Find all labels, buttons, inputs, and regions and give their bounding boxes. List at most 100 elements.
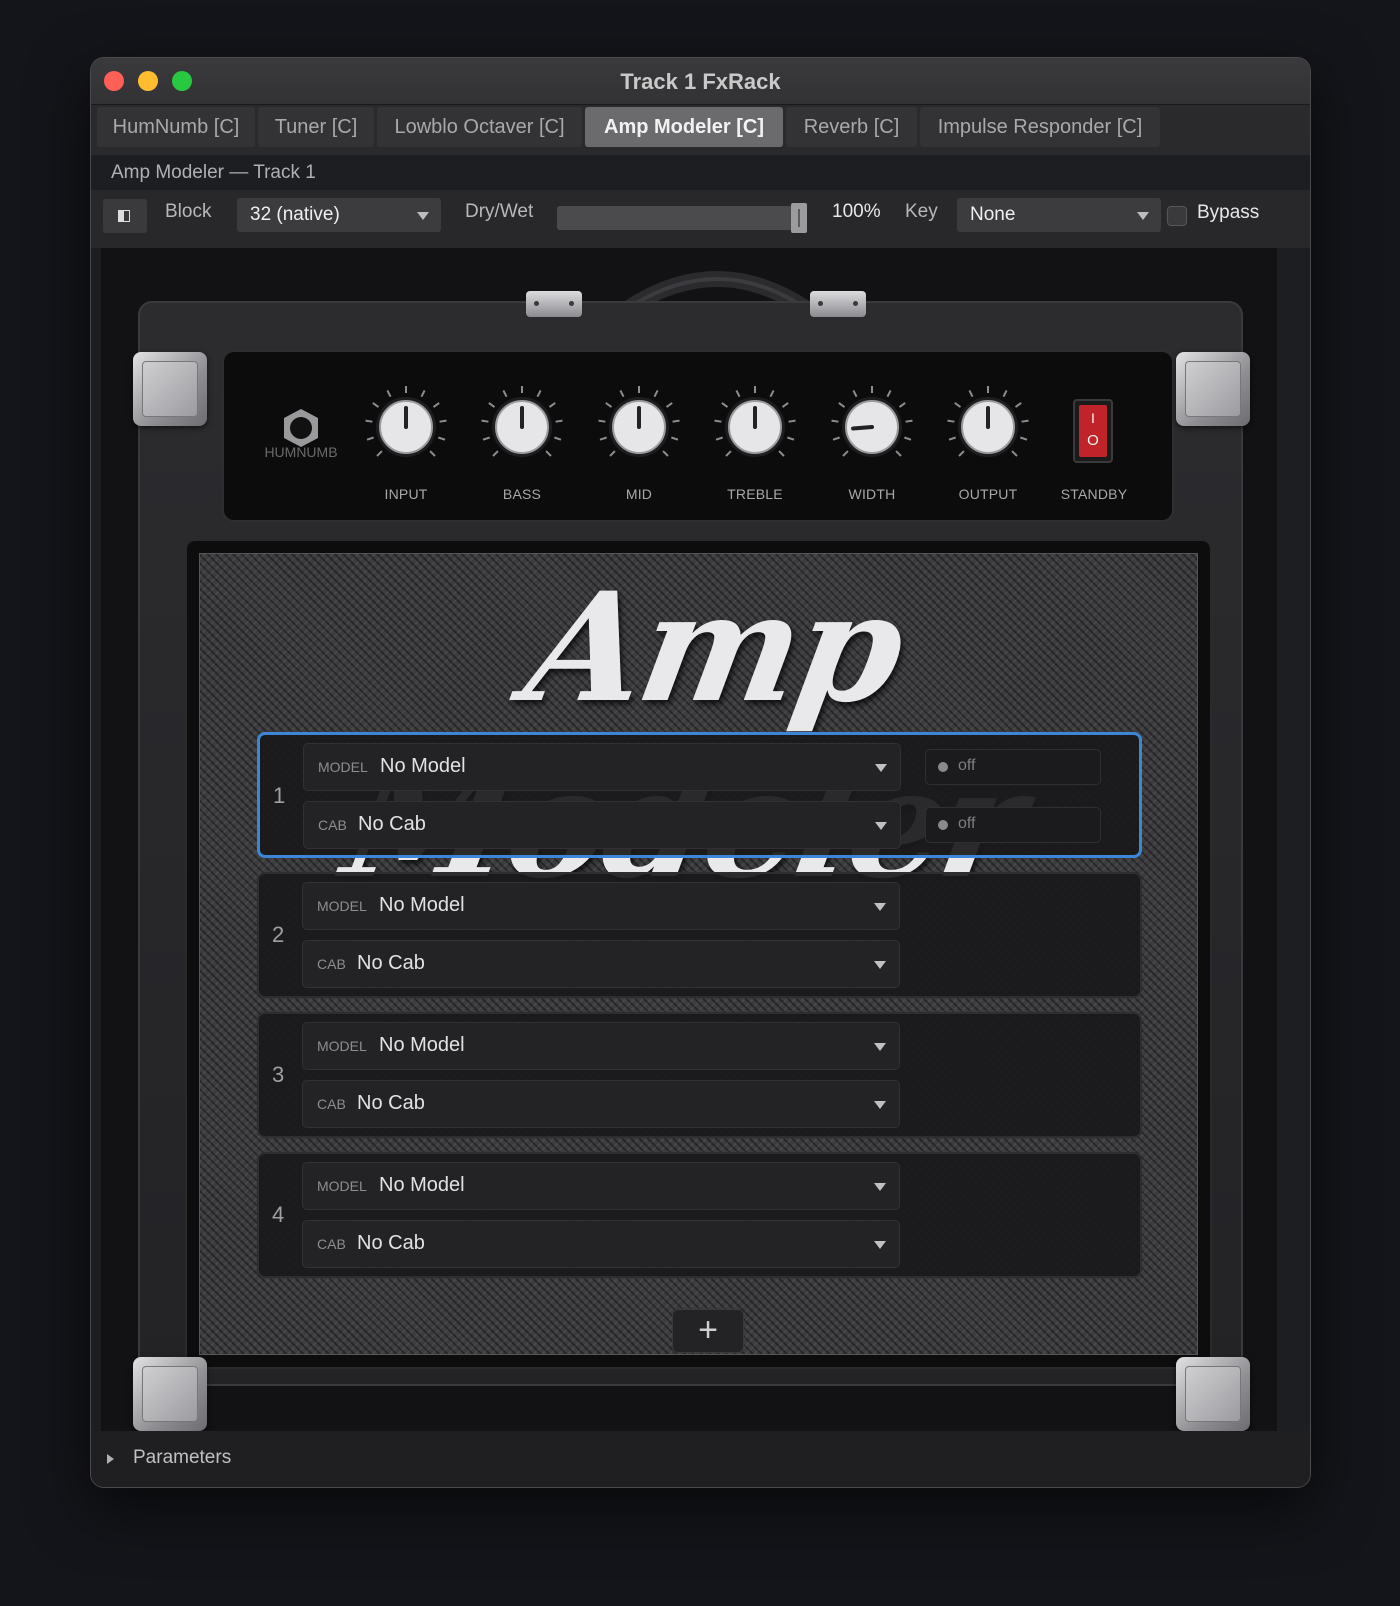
model-select[interactable]: MODEL No Model: [302, 1162, 900, 1210]
width-knob-label: WIDTH: [848, 486, 896, 502]
knob-tick: [954, 402, 962, 408]
standby-switch[interactable]: I O: [1073, 399, 1113, 463]
width-knob[interactable]: WIDTH: [827, 382, 917, 502]
cab-select[interactable]: CAB No Cab: [302, 1080, 900, 1128]
cab-select[interactable]: CAB No Cab: [302, 1220, 900, 1268]
tab-amp-modeler[interactable]: Amp Modeler [C]: [585, 107, 783, 147]
cab-kind-label: CAB: [318, 817, 347, 833]
chain-slot-4[interactable]: 4 MODEL No Model CAB No Cab: [257, 1152, 1142, 1278]
knob-tick: [665, 402, 673, 408]
knob-tick: [545, 450, 552, 457]
cab-enable-toggle[interactable]: off: [925, 807, 1101, 843]
drywet-slider[interactable]: [557, 203, 808, 233]
add-slot-button[interactable]: +: [672, 1309, 744, 1353]
bass-knob-label: BASS: [502, 486, 542, 502]
tab-reverb[interactable]: Reverb [C]: [786, 107, 917, 147]
model-kind-label: MODEL: [317, 1178, 367, 1194]
bypass-label: Bypass: [1197, 202, 1260, 223]
knob-tick: [715, 436, 723, 441]
chain-slot-2[interactable]: 2 MODEL No Model CAB No Cab: [257, 872, 1142, 998]
handle-bracket-left: [526, 291, 582, 317]
knob-tick: [948, 436, 956, 441]
knob-tick: [781, 402, 789, 408]
knob-tick: [769, 390, 775, 398]
input-knob-label: INPUT: [384, 486, 428, 502]
knob-tick: [735, 390, 741, 398]
tab-impulse-responder[interactable]: Impulse Responder [C]: [920, 107, 1160, 147]
humnumb-jack-icon[interactable]: [280, 407, 322, 449]
bypass-checkbox[interactable]: [1167, 206, 1187, 226]
tab-lowblo-octaver[interactable]: Lowblo Octaver [C]: [377, 107, 582, 147]
knob-tick: [420, 390, 426, 398]
knob-tick: [838, 402, 846, 408]
knob-tick: [905, 419, 913, 423]
knob-tick: [778, 450, 785, 457]
treble-knob[interactable]: TREBLE: [710, 382, 800, 502]
bass-knob[interactable]: BASS: [477, 382, 567, 502]
knob-tick: [376, 450, 383, 457]
chevron-down-icon: [417, 212, 429, 220]
model-value: No Model: [379, 894, 465, 916]
knob-tick: [365, 419, 373, 423]
cab-kind-label: CAB: [317, 1236, 346, 1252]
knob-tick: [619, 390, 625, 398]
cab-value: No Cab: [357, 952, 425, 974]
mid-knob[interactable]: MID: [594, 382, 684, 502]
knob-tick: [605, 402, 613, 408]
parameters-disclosure[interactable]: Parameters: [91, 1431, 1310, 1487]
cab-kind-label: CAB: [317, 1096, 346, 1112]
knob-dial: [714, 386, 796, 457]
knob-tick: [609, 450, 616, 457]
tab-humnumb[interactable]: HumNumb [C]: [97, 107, 255, 147]
knob-tick: [904, 436, 912, 441]
disclosure-triangle-icon: [107, 1454, 114, 1464]
output-knob[interactable]: OUTPUT: [943, 382, 1033, 502]
cab-value: No Cab: [358, 813, 426, 835]
input-knob[interactable]: INPUT: [361, 382, 451, 502]
status-led: [938, 820, 948, 830]
key-select[interactable]: None: [957, 198, 1161, 232]
knob-tick: [1021, 419, 1029, 423]
knob-tick: [481, 419, 489, 423]
knob-tick: [429, 450, 436, 457]
chain-slot-1[interactable]: 1 MODEL No Model CAB No Cab off off: [257, 732, 1142, 858]
knob-dial: [831, 386, 913, 457]
cab-select[interactable]: CAB No Cab: [302, 940, 900, 988]
cab-select[interactable]: CAB No Cab: [303, 801, 901, 849]
slot-number: 2: [272, 922, 285, 947]
model-value: No Model: [379, 1174, 465, 1196]
drywet-label: Dry/Wet: [465, 201, 534, 222]
amp-corner-bottom-left: [133, 1357, 207, 1431]
amp-corner-top-left: [133, 352, 207, 426]
knob-tick: [438, 436, 446, 441]
chain-slot-3[interactable]: 3 MODEL No Model CAB No Cab: [257, 1012, 1142, 1138]
knob-tick: [958, 450, 965, 457]
tab-tuner[interactable]: Tuner [C]: [258, 107, 374, 147]
model-enable-toggle[interactable]: off: [925, 749, 1101, 785]
block-size-select[interactable]: 32 (native): [237, 198, 441, 232]
drywet-slider-thumb[interactable]: [791, 203, 808, 233]
standby-off-symbol: O: [1087, 432, 1099, 449]
status-led: [938, 762, 948, 772]
model-kind-label: MODEL: [317, 898, 367, 914]
knob-tick: [714, 419, 722, 423]
amp-corner-top-right: [1176, 352, 1250, 426]
knob-tick: [1011, 450, 1018, 457]
knob-tick: [372, 402, 380, 408]
knob-tick: [554, 436, 562, 441]
knob-tick: [599, 436, 607, 441]
model-select[interactable]: MODEL No Model: [303, 743, 901, 791]
plugin-toolbar: Block 32 (native) Dry/Wet 100% Key None …: [91, 190, 1310, 248]
model-select[interactable]: MODEL No Model: [302, 1022, 900, 1070]
model-select[interactable]: MODEL No Model: [302, 882, 900, 930]
knob-tick: [439, 419, 447, 423]
treble-knob-label: TREBLE: [727, 486, 783, 502]
knob-dial: [598, 386, 680, 457]
chevron-down-icon: [874, 1043, 886, 1051]
block-label: Block: [165, 201, 212, 222]
knob-tick: [852, 390, 858, 398]
knob-tick: [842, 450, 849, 457]
model-value: No Model: [380, 755, 466, 777]
chevron-down-icon: [874, 1101, 886, 1109]
sidebar-toggle-button[interactable]: [103, 199, 147, 233]
